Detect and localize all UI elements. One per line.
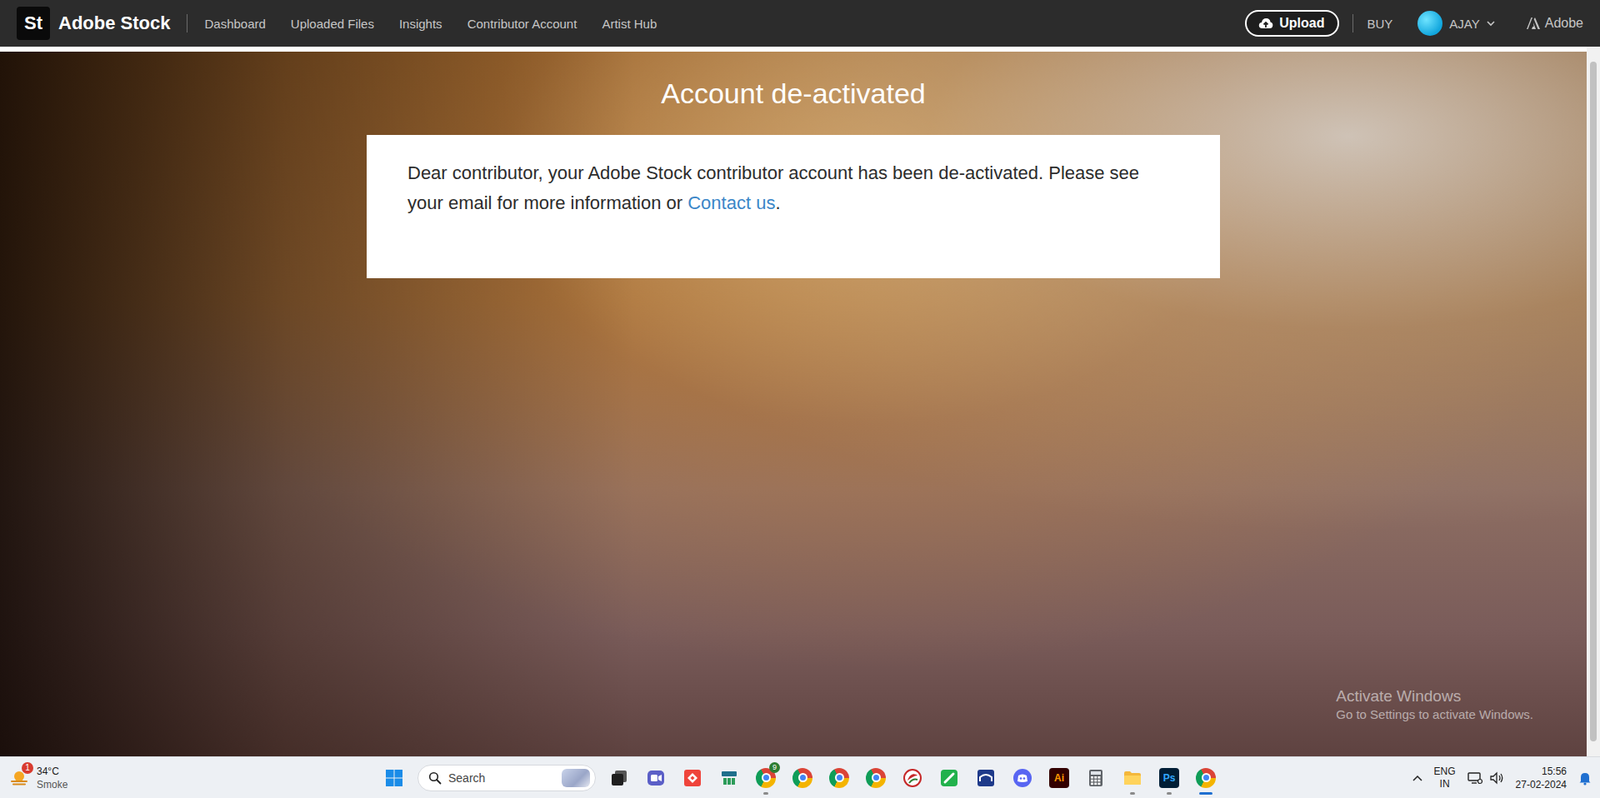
weather-badge: 1 [21,762,34,775]
nav-link[interactable]: Insights [399,16,443,31]
scrollbar[interactable] [1586,46,1600,757]
adobe-logo-icon [1526,17,1540,30]
nav-link[interactable]: Uploaded Files [290,16,375,31]
language-indicator[interactable]: ENGIN [1434,765,1456,791]
task-view-icon [609,768,630,789]
anydesk-icon [682,768,703,789]
chrome-icon [829,768,850,789]
cloud-upload-icon [1258,16,1274,30]
buy-link[interactable]: BUY [1366,16,1393,31]
nav-right: Upload BUY AJAY Adobe [1245,10,1584,37]
user-name: AJAY [1449,16,1480,31]
windows-logo-icon [384,768,405,789]
chat-icon [645,768,666,789]
weather-temp: 34°C [36,765,68,779]
weather-condition: Smoke [36,778,68,792]
app-badge: 9 [769,762,780,774]
search-placeholder: Search [448,771,555,785]
upload-button[interactable]: Upload [1245,10,1340,37]
start-button[interactable] [377,760,411,797]
taskbar-app[interactable] [602,760,636,797]
weather: 1 [8,767,30,790]
screen: St Adobe Stock Dashboard Uploaded Files Insi… [0,0,1600,798]
main-column: Account de-activated Dear contributor, yo… [0,46,1587,757]
hero-background: Account de-activated Dear contributor, yo… [0,51,1587,757]
chrome-icon [792,768,813,789]
taskbar-app[interactable]: 9 [749,760,783,797]
user-menu[interactable]: AJAY [1417,10,1495,36]
page-title: Account de-activated [660,75,926,112]
running-indicator [763,792,769,795]
taskbar-app[interactable] [1115,760,1150,797]
page-body: Account de-activated Dear contributor, yo… [0,46,1600,757]
top-nav: St Adobe Stock Dashboard Uploaded Files Insi… [0,0,1600,47]
green-app-icon [939,768,960,789]
message-card: Dear contributor, your Adobe Stock contr… [366,135,1220,279]
chevron-up-icon[interactable] [1412,775,1423,782]
clock[interactable]: 15:5627-02-2024 [1515,765,1567,792]
nav-separator [186,14,188,33]
nav-links: Dashboard Uploaded Files Insights Contribut… [204,16,657,31]
time: 15:56 [1541,765,1567,779]
speaker-icon [1489,771,1505,785]
file-explorer-icon [1122,768,1143,789]
weather-text: 34°CSmoke [36,765,68,792]
adobe-link[interactable]: Adobe [1526,15,1584,31]
activation-watermark: Activate WindowsGo to Settings to activa… [1335,686,1534,724]
photoshop-icon: Ps [1159,768,1180,789]
taskbar-app[interactable] [859,760,893,797]
region: IN [1440,778,1450,791]
taskbar-app[interactable] [785,760,820,797]
discord-icon [1012,768,1033,789]
taskbar-app[interactable] [712,760,746,797]
taskbar-app[interactable] [1189,760,1223,797]
taskbar-app[interactable] [895,760,930,797]
search-highlight [561,769,590,788]
language: ENG [1434,765,1456,779]
taskbar-app[interactable] [1079,760,1113,797]
taskbar-app[interactable] [1005,760,1040,797]
taskbar-app[interactable] [822,760,856,797]
illustrator-icon: Ai [1049,768,1070,789]
brand[interactable]: Adobe Stock [58,12,170,35]
taskbar-app[interactable] [969,760,1003,797]
bridge-icon [975,768,996,789]
contact-link[interactable]: Contact us [687,192,775,214]
system-tray: ENGIN 15:5627-02-2024 [1412,765,1592,792]
nav-link[interactable]: Artist Hub [601,16,657,31]
nav-separator [1352,14,1354,33]
running-indicator [1166,792,1172,795]
date: 27-02-2024 [1515,778,1567,792]
running-indicator [1199,792,1213,795]
taskbar: 134°CSmokeSearch9AiPsENGIN15:5627-02-202… [0,756,1600,798]
weather-widget[interactable]: 134°CSmoke [8,765,68,792]
taskbar-apps: Search 9 Ai Ps [377,760,1223,797]
network-icon [1467,771,1483,785]
taskbar-app[interactable] [675,760,710,797]
scroll-thumb[interactable] [1590,61,1597,742]
notification-bell-icon[interactable] [1578,770,1592,786]
watermark-subtitle: Go to Settings to activate Windows. [1335,706,1534,724]
chrome-icon [865,768,886,789]
avatar [1417,10,1443,36]
taskbar-app[interactable]: Ps [1152,760,1186,797]
chevron-down-icon [1486,20,1495,27]
message-text: Dear contributor, your Adobe Stock contr… [407,158,1180,219]
tray-icons[interactable] [1467,771,1505,785]
taskbar-app[interactable]: Ai [1042,760,1076,797]
nav-link[interactable]: Dashboard [204,16,265,31]
network-icon [719,768,740,789]
chrome-icon [1195,768,1216,789]
taskbar-app[interactable] [639,760,673,797]
taskbar-search[interactable]: Search [417,765,596,792]
logo[interactable]: St [16,6,50,40]
running-indicator [1130,792,1135,795]
taskbar-app[interactable] [932,760,966,797]
watermark-title: Activate Windows [1335,686,1534,707]
nav-link[interactable]: Contributor Account [467,16,578,31]
calculator-icon [1085,768,1106,789]
corel-icon [902,768,923,789]
search-icon [428,771,442,785]
